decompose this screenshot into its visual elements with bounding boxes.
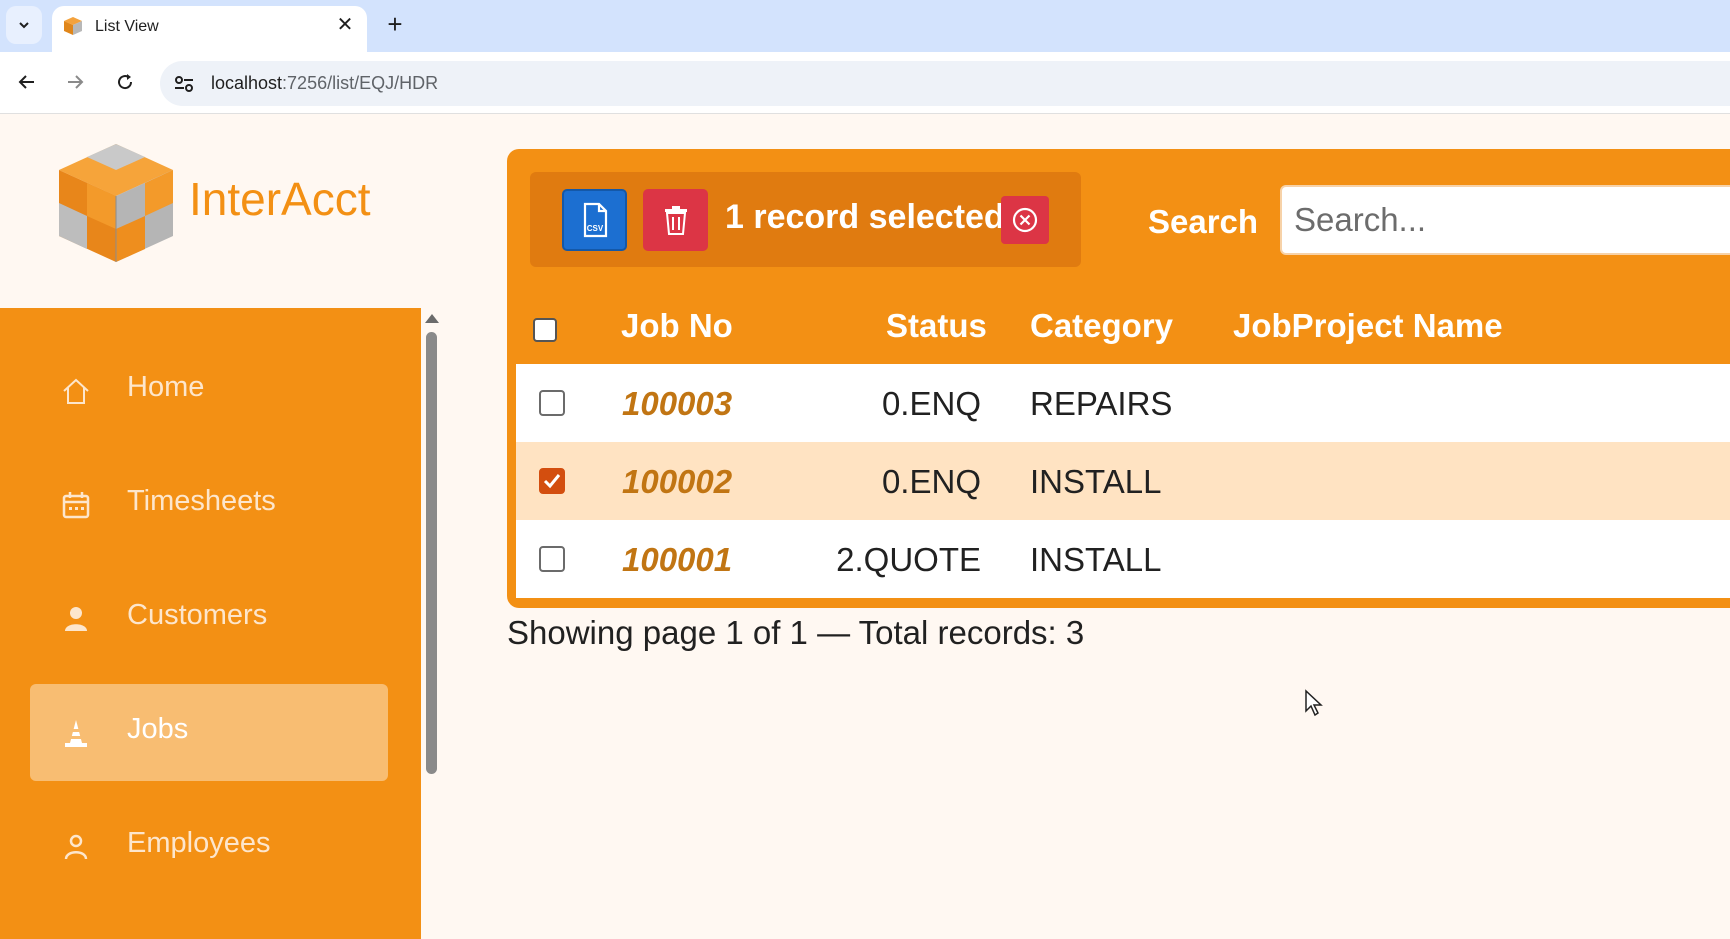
table-row[interactable]: 100003 0.ENQ REPAIRS: [516, 364, 1730, 442]
table-row[interactable]: 100001 2.QUOTE INSTALL: [516, 520, 1730, 598]
row-checkbox[interactable]: [539, 390, 565, 416]
sidebar-item-timesheets[interactable]: Timesheets: [30, 456, 388, 553]
chevron-down-icon: [19, 22, 29, 29]
close-tab-icon[interactable]: ✕: [333, 14, 357, 38]
category-cell: INSTALL: [1030, 541, 1162, 578]
reload-icon: [118, 74, 133, 90]
tab-title: List View: [95, 18, 159, 35]
table-row[interactable]: 100002 0.ENQ INSTALL: [516, 442, 1730, 520]
column-header-jobproject-name[interactable]: JobProject Name: [1233, 307, 1503, 345]
selection-toolbar: CSV 1 record selected: [530, 172, 1081, 267]
pagination-summary: Showing page 1 of 1 — Total records: 3: [507, 614, 1085, 651]
job-no-link[interactable]: 100002: [622, 463, 732, 501]
cube-favicon-icon: [64, 17, 82, 35]
person-icon: [65, 607, 87, 631]
url-host: localhost: [211, 73, 283, 93]
job-no-link[interactable]: 100003: [622, 385, 732, 423]
sidebar-scrollbar[interactable]: [421, 308, 441, 939]
csv-icon-text: CSV: [586, 224, 603, 233]
sidebar-item-label: Customers: [127, 599, 268, 631]
calendar-icon: [62, 492, 90, 519]
sidebar-item-customers[interactable]: Customers: [30, 570, 388, 667]
back-button[interactable]: [11, 66, 43, 98]
reload-button[interactable]: [109, 66, 141, 98]
row-checkbox[interactable]: [539, 468, 565, 494]
site-settings-icon[interactable]: [172, 72, 196, 96]
forward-button[interactable]: [59, 66, 91, 98]
sidebar-item-label: Jobs: [127, 713, 189, 745]
browser-tab-strip: List View ✕ +: [0, 0, 1730, 52]
address-bar[interactable]: localhost:7256/list/EQJ/HDR: [160, 61, 1730, 106]
browser-toolbar: localhost:7256/list/EQJ/HDR: [0, 52, 1730, 114]
browser-tab[interactable]: List View ✕: [52, 6, 367, 52]
close-circle-icon: [1012, 207, 1038, 233]
checkmark-icon: [543, 474, 561, 489]
sidebar-item-label: Home: [127, 371, 205, 403]
table-header: Job No Status Category JobProject Name: [516, 289, 1730, 364]
status-cell: 2.QUOTE: [836, 541, 981, 578]
sidebar-item-jobs[interactable]: Jobs: [30, 684, 388, 781]
sidebar-item-home[interactable]: Home: [30, 342, 388, 439]
url-text: localhost:7256/list/EQJ/HDR: [211, 73, 438, 94]
arrow-left-icon: [18, 75, 34, 89]
url-path: :7256/list/EQJ/HDR: [282, 73, 439, 93]
sidebar-nav: Home Timesheets Customers Jobs Employees: [0, 308, 421, 939]
tab-search-button[interactable]: [6, 6, 42, 44]
search-input[interactable]: [1280, 185, 1730, 255]
status-cell: 0.ENQ: [881, 463, 981, 500]
column-header-status[interactable]: Status: [886, 307, 987, 345]
arrow-right-icon: [68, 75, 84, 89]
search-label: Search: [1148, 203, 1259, 240]
sidebar-item-employees[interactable]: Employees: [30, 798, 388, 895]
new-tab-button[interactable]: +: [381, 10, 409, 38]
column-header-job-no[interactable]: Job No: [621, 307, 733, 345]
column-header-category[interactable]: Category: [1030, 307, 1173, 345]
scroll-up-arrow-icon[interactable]: [425, 314, 439, 323]
traffic-cone-icon: [65, 720, 87, 747]
category-cell: REPAIRS: [1030, 385, 1173, 422]
status-cell: 0.ENQ: [881, 385, 981, 422]
delete-button[interactable]: [643, 189, 708, 251]
interacct-cube-logo[interactable]: [55, 140, 177, 266]
row-checkbox[interactable]: [539, 546, 565, 572]
csv-file-icon: CSV: [583, 202, 607, 238]
brand-name[interactable]: InterAcct: [189, 172, 371, 226]
selection-count-text: 1 record selected: [725, 198, 1005, 236]
person-outline-icon: [64, 834, 88, 860]
sidebar-item-label: Timesheets: [127, 485, 276, 517]
jobs-list-panel: CSV 1 record selected Search Job No Stat…: [507, 149, 1730, 608]
select-all-checkbox[interactable]: [533, 318, 557, 342]
home-icon: [63, 378, 89, 404]
sidebar-item-label: Employees: [127, 827, 271, 859]
mouse-pointer-icon: [1305, 689, 1323, 717]
export-csv-button[interactable]: CSV: [562, 189, 627, 251]
scrollbar-thumb[interactable]: [426, 332, 437, 774]
clear-selection-button[interactable]: [1001, 196, 1049, 244]
job-no-link[interactable]: 100001: [622, 541, 732, 579]
category-cell: INSTALL: [1030, 463, 1162, 500]
trash-icon: [664, 206, 687, 235]
